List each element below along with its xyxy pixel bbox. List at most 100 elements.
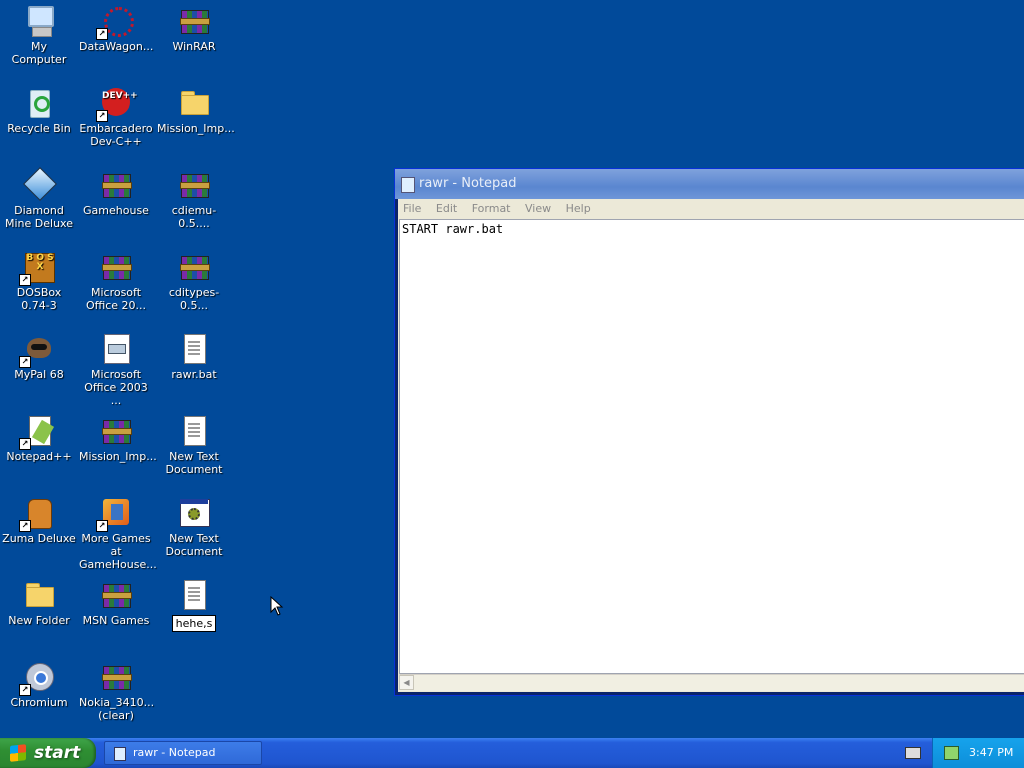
winrar-archive-icon — [177, 4, 211, 38]
desktop-icon-mypal[interactable]: ↗ MyPal 68 — [0, 328, 78, 381]
notepad-icon — [114, 747, 126, 761]
desktop-icon-label: Zuma Deluxe — [2, 532, 76, 545]
zuma-icon: ↗ — [19, 496, 56, 532]
desktop-icon-diamond-mine[interactable]: Diamond Mine Deluxe — [0, 164, 78, 230]
windows-flag-icon — [10, 744, 26, 762]
text-file-icon — [177, 578, 211, 612]
shortcut-arrow-icon: ↗ — [19, 438, 31, 450]
rename-input[interactable]: hehe,s — [171, 615, 217, 632]
text-editor[interactable]: START rawr.bat — [399, 219, 1024, 674]
desktop-icon-mission-imp-archive[interactable]: Mission_Imp... — [77, 410, 157, 463]
chromium-icon: ↗ — [19, 660, 56, 696]
taskbar-button-label: rawr - Notepad — [133, 746, 216, 759]
desktop-icon-gamehouse[interactable]: Gamehouse — [77, 164, 155, 217]
clock[interactable]: 3:47 PM — [969, 738, 1013, 768]
window-title: rawr - Notepad — [419, 176, 517, 191]
desktop-icon-zuma[interactable]: ↗ Zuma Deluxe — [0, 492, 78, 545]
desktop-icon-label: Microsoft Office 20... — [85, 286, 147, 312]
desktop-icon-dosbox[interactable]: B O S X ↗ DOSBox 0.74-3 — [0, 246, 78, 312]
raccoon-icon: ↗ — [19, 332, 56, 368]
notepad-window[interactable]: rawr - Notepad File Edit Format View Hel… — [394, 168, 1024, 696]
text-file-icon — [177, 332, 211, 366]
network-icon[interactable] — [944, 746, 959, 760]
desktop-icon-label: Recycle Bin — [7, 122, 71, 135]
diamond-icon — [22, 167, 57, 202]
menu-help[interactable]: Help — [566, 202, 591, 215]
menu-view[interactable]: View — [525, 202, 551, 215]
desktop-icon-label: New Text Document — [165, 450, 223, 476]
desktop-icon-cditypes[interactable]: cditypes-0.5... — [155, 246, 233, 312]
desktop-icon-nokia[interactable]: Nokia_3410... (clear) — [77, 656, 155, 722]
desktop-icon-label: Gamehouse — [83, 204, 149, 217]
menu-file[interactable]: File — [403, 202, 421, 215]
horizontal-scrollbar[interactable]: ◀ — [399, 674, 1024, 691]
desktop-icon-label: Microsoft Office 2003 ... — [84, 368, 148, 407]
menu-edit[interactable]: Edit — [436, 202, 457, 215]
shortcut-arrow-icon: ↗ — [19, 684, 31, 696]
desktop-icon-new-folder[interactable]: New Folder — [0, 574, 78, 627]
desktop-icon-chromium[interactable]: ↗ Chromium — [0, 656, 78, 709]
winrar-archive-icon — [99, 168, 133, 202]
winrar-archive-icon — [99, 660, 133, 694]
system-tray: 3:47 PM — [932, 738, 1024, 768]
notepad-plus-icon: ↗ — [19, 414, 56, 450]
desktop-icon-label: My Computer — [11, 40, 67, 66]
desktop-icon-label: New Folder — [8, 614, 70, 627]
desktop-icon-label: Mission_Imp... — [79, 450, 157, 463]
desktop-icon-ms-office-archive[interactable]: Microsoft Office 20... — [77, 246, 155, 312]
recycle-bin-icon — [22, 86, 56, 120]
desktop-icon-more-games[interactable]: ↗ More Games at GameHouse... — [77, 492, 157, 571]
desktop-icon-winrar[interactable]: WinRAR — [155, 0, 233, 53]
desktop-icon-msn-games[interactable]: MSN Games — [77, 574, 155, 627]
desktop-icon-dev-cpp[interactable]: DEV++ ↗ Embarcadero Dev-C++ — [77, 82, 155, 148]
datawagon-icon: ↗ — [96, 4, 134, 40]
folder-icon — [177, 86, 211, 120]
winrar-archive-icon — [177, 168, 211, 202]
desktop-icon-notepad-plus[interactable]: ↗ Notepad++ — [0, 410, 78, 463]
desktop-icon-label: MyPal 68 — [14, 368, 64, 381]
menu-format[interactable]: Format — [472, 202, 511, 215]
start-button[interactable]: start — [0, 738, 96, 768]
text-file-icon — [177, 414, 211, 448]
desktop-icon-label: cditypes-0.5... — [168, 286, 220, 312]
desktop-icon-label: DOSBox 0.74-3 — [16, 286, 62, 312]
desktop-icon-label: MSN Games — [82, 614, 150, 627]
notepad-title-bar[interactable]: rawr - Notepad — [395, 169, 1024, 199]
document-icon — [99, 332, 133, 366]
desktop-icon-mission-imp-folder[interactable]: Mission_Imp... — [155, 82, 235, 135]
shortcut-arrow-icon: ↗ — [19, 356, 31, 368]
desktop-icon-new-text-document-2[interactable]: New Text Document — [155, 492, 233, 558]
dev-cpp-icon: DEV++ ↗ — [96, 86, 138, 122]
desktop-icon-recycle-bin[interactable]: Recycle Bin — [0, 82, 78, 135]
taskbar-button-notepad[interactable]: rawr - Notepad — [104, 741, 262, 765]
keyboard-icon[interactable] — [905, 747, 921, 759]
desktop-icon-rawr-bat[interactable]: rawr.bat — [155, 328, 233, 381]
desktop-icon-new-text-document-1[interactable]: New Text Document — [155, 410, 233, 476]
desktop-icon-cdiemu[interactable]: cdiemu-0.5.... — [155, 164, 233, 230]
desktop-icon-my-computer[interactable]: My Computer — [0, 0, 78, 66]
winrar-archive-icon — [99, 250, 133, 284]
shortcut-arrow-icon: ↗ — [96, 520, 108, 532]
desktop-icon-label: New Text Document — [165, 532, 223, 558]
desktop-icon-label: Diamond Mine Deluxe — [5, 204, 73, 230]
scroll-left-arrow[interactable]: ◀ — [399, 675, 414, 690]
notepad-icon — [401, 177, 415, 193]
shortcut-arrow-icon: ↗ — [19, 274, 31, 286]
winrar-archive-icon — [99, 414, 133, 448]
shortcut-arrow-icon: ↗ — [19, 520, 31, 532]
menu-bar: File Edit Format View Help — [398, 199, 1024, 218]
desktop-icon-label: WinRAR — [172, 40, 216, 53]
desktop-icon-datawagon[interactable]: ↗ DataWagon... — [77, 0, 155, 53]
shortcut-arrow-icon: ↗ — [96, 110, 108, 122]
gamehouse-icon: ↗ — [96, 496, 133, 532]
desktop-icon-label: cdiemu-0.5.... — [171, 204, 217, 230]
desktop-icon-label: Notepad++ — [6, 450, 72, 463]
desktop-icon-ms-office-2003[interactable]: Microsoft Office 2003 ... — [77, 328, 155, 407]
desktop-icon-label: DataWagon... — [79, 40, 154, 53]
desktop-icon-hehe[interactable]: hehe,s — [155, 574, 233, 632]
winrar-archive-icon — [177, 250, 211, 284]
winrar-archive-icon — [99, 578, 133, 612]
taskbar: start rawr - Notepad 3:47 PM — [0, 738, 1024, 768]
desktop-icon-label: Chromium — [10, 696, 68, 709]
desktop-icon-label: Embarcadero Dev-C++ — [79, 122, 153, 148]
